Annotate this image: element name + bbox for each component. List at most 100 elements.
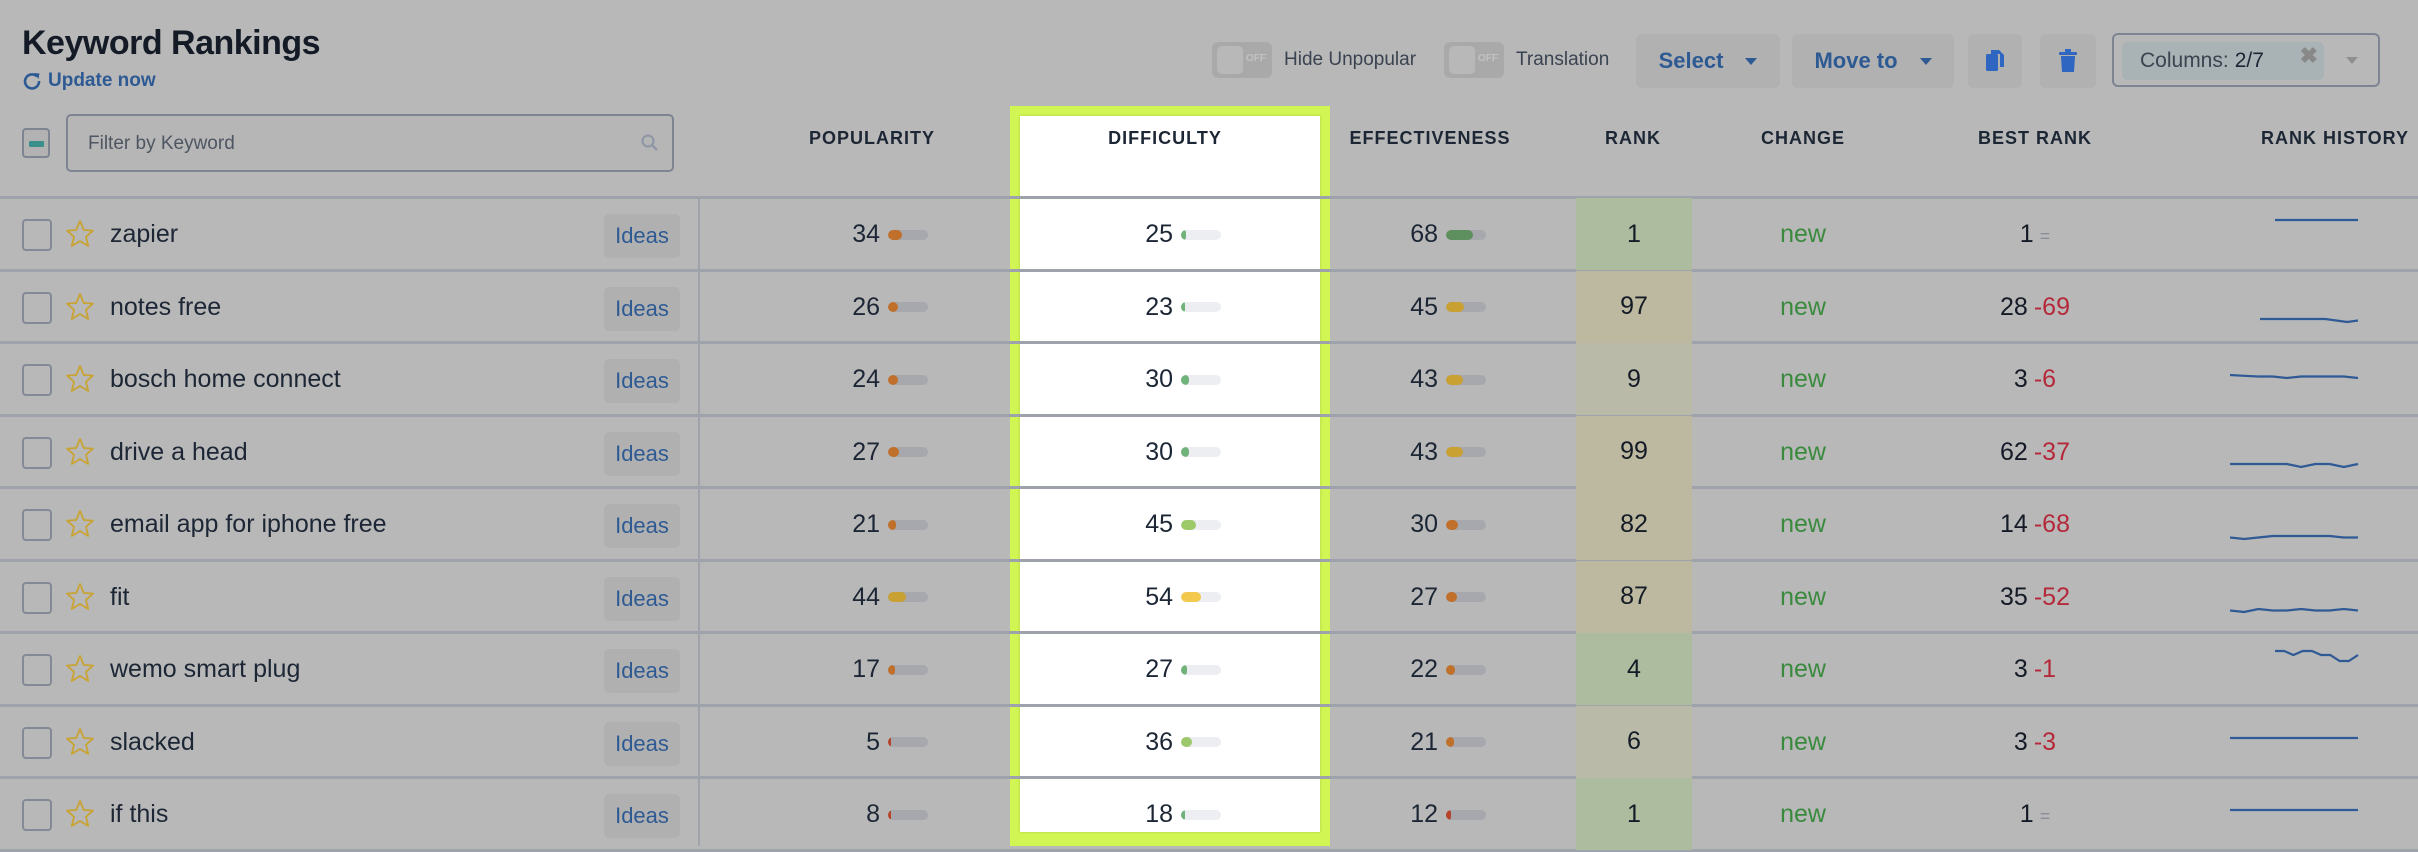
difficulty-bar (1181, 664, 1221, 675)
column-header-popularity[interactable]: POPULARITY (809, 128, 935, 149)
popularity-bar (888, 809, 928, 820)
ideas-button[interactable]: Ideas (604, 721, 680, 766)
row-checkbox[interactable] (22, 436, 52, 469)
best-rank-delta: -68 (2033, 510, 2070, 538)
popularity-cell: 24 (840, 365, 928, 394)
star-icon[interactable] (64, 363, 96, 395)
column-header-effectiveness[interactable]: EFFECTIVENESS (1349, 128, 1510, 149)
select-label: Select (1658, 48, 1724, 73)
ideas-button[interactable]: Ideas (604, 431, 680, 476)
table-row: notes free Ideas 26 23 45 97 new 28 -69 (0, 270, 2418, 343)
columns-selector[interactable]: Columns: 2/7 ✖ (2112, 33, 2380, 87)
popularity-bar-fill (888, 302, 899, 312)
best-rank-cell: 35 -52 (2000, 583, 2070, 612)
row-checkbox[interactable] (22, 799, 52, 831)
ideas-button[interactable]: Ideas (604, 649, 680, 693)
row-checkbox[interactable] (22, 219, 52, 251)
difficulty-value: 18 (1145, 800, 1173, 828)
rank-value: 82 (1576, 488, 1692, 560)
column-header-change[interactable]: CHANGE (1761, 128, 1845, 149)
difficulty-cell: 23 (1133, 293, 1221, 322)
difficulty-cell: 30 (1133, 438, 1221, 467)
row-checkbox[interactable] (22, 364, 52, 396)
effectiveness-value: 43 (1410, 437, 1438, 466)
column-header-difficulty[interactable]: DIFFICULTY (1108, 128, 1222, 149)
popularity-cell: 17 (840, 655, 928, 684)
difficulty-bar-fill (1181, 374, 1189, 385)
caret-down-icon (1919, 57, 1932, 65)
select-dropdown-button[interactable]: Select (1636, 34, 1780, 88)
ideas-button[interactable]: Ideas (604, 359, 680, 403)
ideas-button[interactable]: Ideas (604, 286, 680, 331)
column-header-best-rank[interactable]: BEST RANK (1978, 128, 2092, 149)
rank-history-sparkline (2230, 462, 2359, 468)
select-all-checkbox[interactable] (22, 128, 50, 158)
effectiveness-cell: 45 (1398, 293, 1486, 322)
star-icon[interactable] (64, 291, 96, 323)
update-now-label: Update now (48, 70, 156, 91)
star-icon[interactable] (64, 726, 96, 758)
popularity-bar (888, 374, 928, 385)
popularity-bar-fill (888, 519, 897, 530)
effectiveness-value: 27 (1410, 582, 1438, 611)
toggle-state: OFF (1246, 53, 1266, 64)
keyword-filter (66, 114, 674, 172)
ideas-button[interactable]: Ideas (604, 504, 680, 548)
difficulty-bar (1181, 302, 1221, 312)
best-rank-value: 62 (2000, 437, 2028, 466)
rank-history-line (2230, 462, 2359, 468)
row-checkbox[interactable] (22, 654, 52, 686)
star-icon[interactable] (64, 798, 96, 830)
star-icon[interactable] (64, 508, 96, 540)
filter-by-keyword-input[interactable] (86, 116, 610, 172)
difficulty-cell: 36 (1133, 728, 1221, 757)
move-to-dropdown-button[interactable]: Move to (1792, 34, 1954, 88)
effectiveness-bar-fill (1446, 302, 1464, 312)
effectiveness-cell: 22 (1398, 655, 1486, 684)
difficulty-bar-fill (1181, 592, 1201, 602)
row-checkbox[interactable] (22, 726, 52, 759)
row-checkbox[interactable] (22, 509, 52, 541)
star-icon[interactable] (64, 218, 96, 250)
refresh-icon (23, 73, 41, 90)
rank-history-sparkline (2230, 534, 2358, 541)
best-rank-value: 14 (2000, 510, 2028, 538)
rank-value: 87 (1576, 560, 1692, 633)
update-now-link[interactable]: Update now (22, 70, 156, 92)
star-icon[interactable] (64, 436, 96, 468)
column-header-rank[interactable]: RANK (1605, 128, 1661, 149)
effectiveness-bar (1446, 737, 1486, 747)
toggle-knob (1449, 46, 1475, 74)
copy-button[interactable] (1968, 34, 2022, 88)
ideas-button[interactable]: Ideas (604, 214, 680, 258)
change-value: new (1780, 220, 1826, 248)
delete-button[interactable] (2040, 34, 2096, 88)
effectiveness-bar (1446, 592, 1486, 602)
best-rank-delta: = (2039, 226, 2051, 246)
row-checkbox[interactable] (22, 291, 52, 324)
table-row: slacked Ideas 5 36 21 6 new 3 -3 (0, 705, 2418, 778)
caret-down-icon[interactable] (2346, 57, 2358, 64)
table-row: bosch home connect Ideas 24 30 43 9 new … (0, 343, 2418, 415)
keyword-text: fit (110, 582, 130, 611)
difficulty-bar (1181, 374, 1221, 385)
translation-toggle[interactable]: OFF (1444, 42, 1504, 78)
star-icon[interactable] (64, 581, 96, 613)
difficulty-value: 30 (1145, 365, 1173, 393)
ideas-button[interactable]: Ideas (604, 794, 680, 838)
keyword-text: slacked (110, 727, 195, 756)
translation-toggle-group: OFF Translation (1444, 42, 1609, 78)
difficulty-bar (1181, 447, 1221, 457)
effectiveness-bar-fill (1446, 664, 1455, 675)
row-checkbox[interactable] (22, 581, 52, 614)
popularity-bar (888, 737, 928, 747)
clear-columns-icon[interactable]: ✖ (2300, 43, 2318, 69)
table-row: fit Ideas 44 54 27 87 new 35 -52 (0, 560, 2418, 633)
hide-unpopular-toggle[interactable]: OFF (1212, 42, 1272, 78)
columns-tag: Columns: 2/7 (2122, 42, 2324, 80)
star-icon[interactable] (64, 653, 96, 685)
popularity-bar (888, 592, 928, 602)
popularity-value: 27 (852, 437, 880, 466)
ideas-button[interactable]: Ideas (604, 576, 680, 621)
difficulty-cell: 54 (1133, 583, 1221, 612)
